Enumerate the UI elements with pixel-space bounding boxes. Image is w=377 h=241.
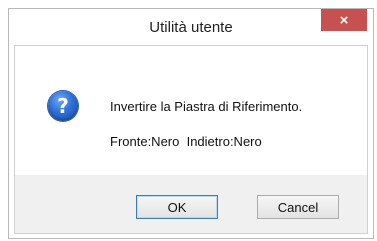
close-icon: ×	[339, 11, 349, 29]
message-text: Invertire la Piastra di Riferimento.	[110, 99, 303, 114]
cancel-button[interactable]: Cancel	[257, 195, 339, 219]
ok-button[interactable]: OK	[136, 195, 218, 219]
window-title: Utilità utente	[149, 19, 233, 36]
dialog-window: Utilità utente × ? Invertire la Piastra …	[8, 8, 374, 239]
button-bar: OK Cancel	[15, 175, 367, 233]
close-button[interactable]: ×	[321, 9, 367, 31]
message-detail: Fronte:Nero Indietro:Nero	[110, 134, 262, 149]
title-bar[interactable]: Utilità utente ×	[9, 9, 373, 45]
question-icon: ?	[48, 91, 78, 121]
dialog-body: ? Invertire la Piastra di Riferimento. F…	[14, 45, 368, 234]
